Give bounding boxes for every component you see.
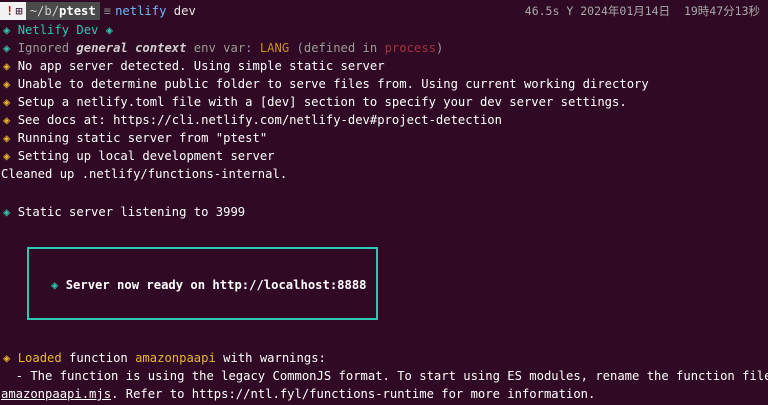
- output-line-setup-toml: ◈ Setup a netlify.toml file with a [dev]…: [3, 93, 627, 111]
- line-text: Ignored: [17, 41, 77, 55]
- line-text: Netlify Dev: [17, 23, 99, 37]
- output-line-setting-up: ◈ Setting up local development server: [3, 147, 275, 165]
- output-line-netlify-dev: ◈ Netlify Dev ◈: [3, 21, 113, 39]
- loaded-label: Loaded: [17, 351, 62, 365]
- function-name: amazonpaapi: [135, 351, 216, 365]
- diamond-icon: ◈: [3, 77, 11, 91]
- server-ready-box: ◈ Server now ready on http://localhost:8…: [27, 247, 378, 320]
- diamond-icon: ◈: [3, 113, 11, 127]
- line-text: with warnings:: [215, 351, 326, 365]
- line-text: No app server detected. Using simple sta…: [17, 59, 385, 73]
- command-name: netlify: [115, 4, 167, 18]
- output-line-public-folder: ◈ Unable to determine public folder to s…: [3, 75, 649, 93]
- output-line-see-docs: ◈ See docs at: https://cli.netlify.com/n…: [3, 111, 502, 129]
- output-line-refer-runtime: amazonpaapi.mjs. Refer to https://ntl.fy…: [1, 385, 595, 403]
- output-line-no-app-server: ◈ No app server detected. Using simple s…: [3, 57, 385, 75]
- output-line-loaded-function: ◈ Loaded function amazonpaapi with warni…: [3, 349, 326, 367]
- diamond-icon: ◈: [3, 59, 11, 73]
- server-ready-text: Server now ready on http://localhost:888…: [65, 278, 367, 292]
- terminal-window[interactable]: ! ⊞ ~/b/ptest ≡ netlify dev 46.5s Y 2024年01月…: [0, 0, 768, 405]
- output-line-cleaned-up: Cleaned up .netlify/functions-internal.: [1, 165, 287, 183]
- separator-icon: ≡: [103, 4, 112, 18]
- diamond-icon: ◈: [3, 95, 11, 109]
- server-ready-message: ◈ Server now ready on http://localhost:8…: [51, 276, 367, 294]
- diamond-icon: ◈: [105, 23, 114, 37]
- output-line-ignored-env: ◈ Ignored general context env var: LANG …: [3, 39, 443, 57]
- diamond-icon: ◈: [3, 23, 11, 37]
- prompt-datetime: 2024年01月14日 19時47分13秒: [580, 4, 760, 18]
- diamond-icon: ◈: [3, 205, 11, 219]
- status-icon: Y: [566, 4, 574, 18]
- alert-icon: !: [0, 2, 16, 20]
- output-line-running-static: ◈ Running static server from "ptest": [3, 129, 267, 147]
- context-label: general context: [76, 41, 187, 55]
- line-text: Static server listening to 3999: [17, 205, 246, 219]
- current-path: ~/b/ptest: [25, 2, 100, 20]
- line-text: - The function is using the legacy Commo…: [1, 369, 768, 383]
- diamond-icon: ◈: [3, 131, 11, 145]
- line-text: . Refer to https://ntl.fyl/functions-run…: [111, 387, 596, 401]
- file-name-link[interactable]: amazonpaapi.mjs: [1, 387, 111, 401]
- line-text: Cleaned up .netlify/functions-internal.: [1, 167, 288, 181]
- line-text: function: [61, 351, 136, 365]
- line-text: ): [435, 41, 444, 55]
- output-line-commonjs-warning: - The function is using the legacy Commo…: [1, 367, 768, 385]
- env-source: process: [384, 41, 436, 55]
- path-prefix: ~/b/: [29, 4, 60, 18]
- diamond-icon: ◈: [51, 278, 59, 292]
- line-text: See docs at: https://cli.netlify.com/net…: [17, 113, 502, 127]
- output-line-static-listening: ◈ Static server listening to 3999: [3, 203, 245, 221]
- env-var-name: LANG: [259, 41, 290, 55]
- line-text: (defined in: [289, 41, 385, 55]
- prompt-right-info: 46.5s Y 2024年01月14日 19時47分13秒: [525, 2, 760, 20]
- path-dir: ptest: [59, 4, 96, 18]
- diamond-icon: ◈: [3, 41, 11, 55]
- prompt-bar: ! ⊞ ~/b/ptest ≡ netlify dev 46.5s Y 2024年01月…: [0, 2, 768, 20]
- line-text: env var:: [186, 41, 260, 55]
- diamond-icon: ◈: [3, 351, 11, 365]
- line-text: Unable to determine public folder to ser…: [17, 77, 649, 91]
- command-duration: 46.5s: [524, 4, 560, 18]
- line-text: Setting up local development server: [17, 149, 275, 163]
- line-text: Running static server from "ptest": [17, 131, 268, 145]
- os-icon: ⊞: [15, 2, 26, 20]
- line-text: Setup a netlify.toml file with a [dev] s…: [17, 95, 627, 109]
- diamond-icon: ◈: [3, 149, 11, 163]
- command-arg: dev: [173, 4, 196, 18]
